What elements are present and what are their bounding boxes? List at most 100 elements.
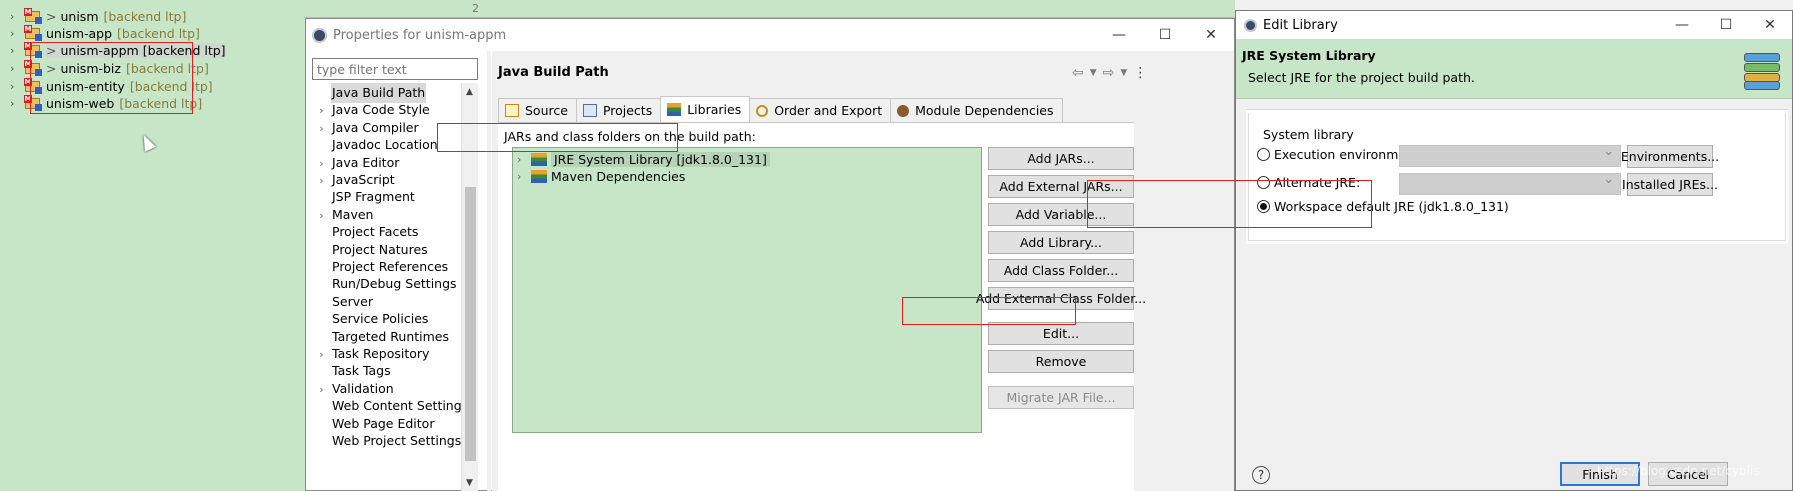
close-icon[interactable]: ✕: [1748, 11, 1792, 39]
tab-order-and-export[interactable]: Order and Export: [749, 98, 892, 122]
maven-project-icon: M: [24, 78, 42, 94]
expand-arrow-icon[interactable]: ›: [517, 153, 531, 166]
dirty-marker: >: [46, 60, 57, 76]
option-label: Workspace default JRE (jdk1.8.0_131): [1274, 199, 1509, 214]
scroll-thumb[interactable]: [465, 187, 476, 461]
system-library-group: System library Execution environment: En…: [1248, 113, 1786, 241]
build-path-page: Java Build Path ⇦ ▼ ⇨ ▼ ⋮ Source Project…: [492, 51, 1234, 491]
library-tree: › JRE System Library [jdk1.8.0_131] › Ma…: [512, 147, 982, 433]
project-name: unism-biz: [60, 60, 121, 76]
add-variable-button[interactable]: Add Variable...: [988, 203, 1134, 226]
radio-button[interactable]: [1257, 148, 1270, 161]
nav-scrollbar[interactable]: ▲ ▼: [461, 83, 478, 491]
maximize-icon[interactable]: ☐: [1704, 11, 1748, 39]
eclipse-icon: [1244, 18, 1257, 32]
expand-arrow-icon[interactable]: ›: [10, 44, 24, 57]
option-label: Alternate JRE:: [1274, 175, 1361, 190]
module-icon: [897, 104, 910, 117]
project-row-unism-appm[interactable]: › M > unism-appm [backend ltp]: [10, 40, 226, 60]
order-export-icon: [756, 104, 769, 117]
expand-arrow-icon[interactable]: ›: [517, 170, 531, 183]
project-tag: [backend ltp]: [142, 42, 226, 58]
migrate-jar-button[interactable]: Migrate JAR File...: [988, 386, 1134, 409]
alternate-jre-option[interactable]: Alternate JRE:: [1257, 175, 1360, 190]
alternate-jre-select[interactable]: [1399, 172, 1621, 195]
environments-button[interactable]: Environments...: [1621, 145, 1719, 168]
properties-titlebar[interactable]: Properties for unism-appm — ☐ ✕: [306, 19, 1234, 51]
build-path-tabs: Source Projects Libraries Order and Expo…: [498, 96, 1063, 122]
expand-arrow-icon[interactable]: ›: [10, 10, 24, 23]
project-name: unism: [60, 8, 99, 24]
expand-arrow-icon[interactable]: ›: [10, 80, 24, 93]
history-nav: ⇦ ▼ ⇨ ▼ ⋮: [1072, 65, 1147, 81]
forward-arrow-icon[interactable]: ⇨: [1103, 65, 1115, 81]
radio-button[interactable]: [1257, 200, 1270, 213]
remove-button[interactable]: Remove: [988, 350, 1134, 373]
library-label: Maven Dependencies: [551, 169, 686, 184]
nav-item[interactable]: Web Project Settings: [312, 431, 464, 451]
header-title: JRE System Library: [1242, 48, 1376, 63]
add-external-class-folder-button[interactable]: Add External Class Folder...: [976, 287, 1146, 310]
library-icon: [531, 170, 547, 183]
group-label: System library: [1263, 127, 1354, 142]
project-name: unism-web: [46, 95, 115, 111]
editor-strip: 2: [305, 0, 1235, 18]
expand-arrow-icon[interactable]: ›: [10, 97, 24, 110]
filter-input[interactable]: [312, 58, 478, 80]
system-library-panel: System library Execution environment: En…: [1246, 109, 1788, 244]
scroll-down-icon[interactable]: ▼: [466, 478, 473, 488]
pane-divider[interactable]: [487, 51, 491, 491]
scroll-up-icon[interactable]: ▲: [466, 87, 473, 97]
project-row-unism-web[interactable]: › M unism-web [backend ltp]: [10, 93, 202, 113]
expand-arrow-icon[interactable]: ›: [10, 62, 24, 75]
execution-environment-select[interactable]: [1399, 144, 1621, 167]
tab-module-dependencies[interactable]: Module Dependencies: [890, 98, 1063, 122]
tab-projects[interactable]: Projects: [575, 98, 662, 122]
installed-jres-button[interactable]: Installed JREs...: [1622, 173, 1718, 196]
project-tag: [backend ltp]: [103, 8, 187, 24]
back-arrow-icon[interactable]: ⇦: [1072, 65, 1084, 81]
eclipse-icon: [312, 27, 327, 43]
project-tag: [backend ltp]: [119, 95, 203, 111]
project-row-unism-biz[interactable]: › M > unism-biz [backend ltp]: [10, 58, 209, 78]
dropdown-icon[interactable]: ▼: [1120, 68, 1127, 81]
maximize-icon[interactable]: ☐: [1142, 19, 1188, 51]
add-library-button[interactable]: Add Library...: [988, 231, 1134, 254]
edit-library-titlebar[interactable]: Edit Library — ☐ ✕: [1236, 11, 1792, 39]
header-description: Select JRE for the project build path.: [1248, 70, 1475, 85]
expand-arrow-icon[interactable]: ›: [10, 27, 24, 40]
library-row-maven[interactable]: › Maven Dependencies: [517, 167, 685, 186]
edit-button[interactable]: Edit...: [988, 322, 1134, 345]
maven-project-icon: M: [24, 42, 42, 58]
project-tag: [backend ltp]: [117, 25, 200, 41]
add-class-folder-button[interactable]: Add Class Folder...: [988, 259, 1134, 282]
minimize-icon[interactable]: —: [1096, 19, 1142, 51]
tab-label: Libraries: [687, 102, 742, 117]
close-icon[interactable]: ✕: [1188, 19, 1234, 51]
maven-project-icon: M: [24, 95, 42, 111]
watermark: https://blog.csdn.net/cyblis: [1597, 464, 1760, 478]
edit-library-header: JRE System Library Select JRE for the pr…: [1236, 39, 1792, 99]
tab-label: Order and Export: [774, 103, 883, 118]
source-folder-icon: [505, 104, 519, 117]
project-explorer: › M > unism [backend ltp] › M unism-app …: [0, 0, 305, 491]
add-external-jars-button[interactable]: Add External JARs...: [988, 175, 1134, 198]
tab-libraries[interactable]: Libraries: [660, 96, 751, 122]
radio-button[interactable]: [1257, 176, 1270, 189]
project-tag: [backend ltp]: [125, 60, 209, 76]
add-jars-button[interactable]: Add JARs...: [988, 147, 1134, 170]
menu-dots-icon[interactable]: ⋮: [1133, 65, 1147, 81]
nav-item-label: Web Project Settings: [332, 433, 462, 448]
maven-project-icon: M: [24, 8, 42, 24]
library-icon: [531, 153, 547, 166]
tab-source[interactable]: Source: [498, 98, 577, 122]
workspace-default-option[interactable]: Workspace default JRE (jdk1.8.0_131): [1257, 199, 1509, 214]
properties-nav-tree: Java Build Path › Java Code Style › Java Com…: [312, 83, 466, 491]
minimize-icon[interactable]: —: [1660, 11, 1704, 39]
dropdown-icon[interactable]: ▼: [1090, 68, 1097, 81]
project-tag: [backend ltp]: [129, 78, 213, 94]
tab-label: Module Dependencies: [915, 103, 1054, 118]
help-icon[interactable]: ?: [1252, 466, 1270, 484]
maven-project-icon: M: [24, 25, 42, 41]
line-number: 2: [472, 2, 479, 15]
